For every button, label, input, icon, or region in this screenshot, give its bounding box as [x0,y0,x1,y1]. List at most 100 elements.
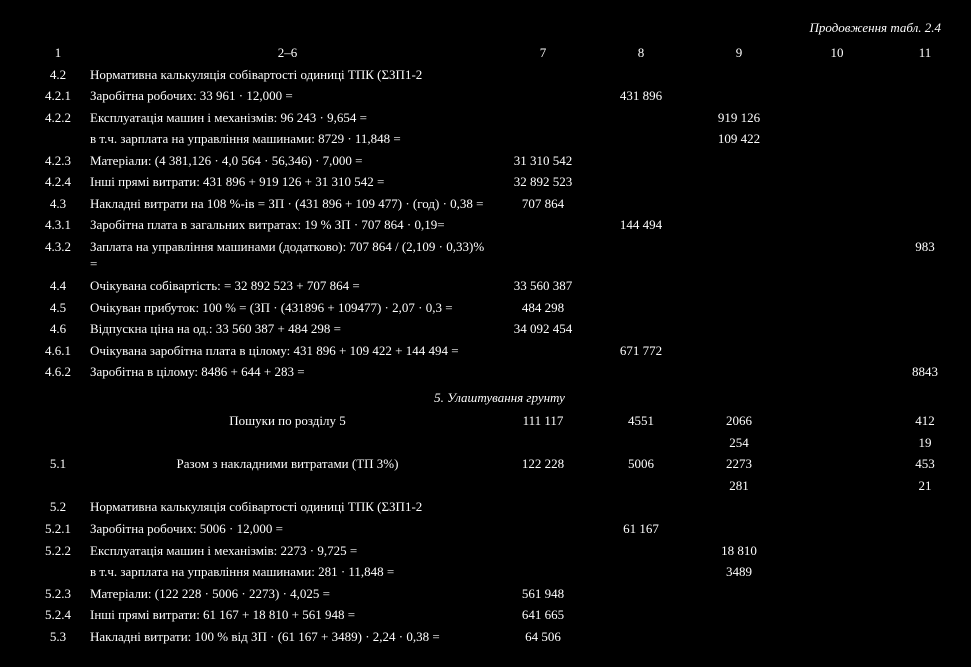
row-text: Інші прямі витрати: 61 167 + 18 810 + 56… [86,604,489,626]
table-row: 4.5Очікуван прибуток: 100 % = (ЗП · (431… [30,297,969,319]
row-text: в т.ч. зарплата на управління машинами: … [86,128,489,150]
row-num: 5.2 [30,496,86,518]
cell-val: 4551 [597,410,685,453]
section-5-title: 5. Улаштування грунту [30,383,969,411]
table-row: 5.2.4Інші прямі витрати: 61 167 + 18 810… [30,604,969,626]
row-text: Нормативна калькуляція собівартості один… [86,496,489,518]
cell-val: 19 [881,432,969,454]
cell-val: 561 948 [489,583,597,605]
cell-val: 5006 [597,453,685,496]
row-text: Накладні витрати: 100 % від ЗП · (61 167… [86,626,489,648]
row-text: Очікувана заробітна плата в цілому: 431 … [86,340,489,362]
cell-val: 281 [685,475,793,497]
cell-val: 61 167 [597,518,685,540]
row-num: 5.1 [30,453,86,496]
table-row: 4.6Відпускна ціна на од.: 33 560 387 + 4… [30,318,969,340]
row-num: 4.2.2 [30,107,86,129]
cell-val: 453 [881,453,969,475]
row-num: 4.5 [30,297,86,319]
row-text: Матеріали: (4 381,126 · 4,0 564 · 56,346… [86,150,489,172]
row-text: Накладні витрати на 108 %-ів = ЗП · (431… [86,193,489,215]
table-row: в т.ч. зарплата на управління машинами: … [30,128,969,150]
row-num [30,561,86,583]
cell-val: 122 228 [489,453,597,496]
table-row: 5.1 Разом з накладними витратами (ТП 3%)… [30,453,969,475]
table-row: в т.ч. зарплата на управління машинами: … [30,561,969,583]
cell-val: 8843 [881,361,969,383]
row-num: 4.6 [30,318,86,340]
section-5-header: 5. Улаштування грунту [30,383,969,411]
table-row: 4.6.1Очікувана заробітна плата в цілому:… [30,340,969,362]
row-text: Заплата на управління машинами (додатков… [86,236,489,275]
cell-val: 34 092 454 [489,318,597,340]
table-row: 4.2.4Інші прямі витрати: 431 896 + 919 1… [30,171,969,193]
row-num: 5.2.3 [30,583,86,605]
cell-val: 32 892 523 [489,171,597,193]
row-text: Заробітна плата в загальних витратах: 19… [86,214,489,236]
row-num: 5.2.1 [30,518,86,540]
row-num [30,128,86,150]
cell-val: 983 [881,236,969,275]
cell-val: 109 422 [685,128,793,150]
table-row: 4.2.3Матеріали: (4 381,126 · 4,0 564 · 5… [30,150,969,172]
th-2: 2–6 [86,42,489,64]
cell-val: 707 864 [489,193,597,215]
cell-val: 641 665 [489,604,597,626]
table-row: 5.2.3Матеріали: (122 228 · 5006 · 2273) … [30,583,969,605]
table-row: 4.2.1Заробітна робочих: 33 961 · 12,000 … [30,85,969,107]
th-9: 9 [685,42,793,64]
table-row: 5.3Накладні витрати: 100 % від ЗП · (61 … [30,626,969,648]
cell-val: 671 772 [597,340,685,362]
cell-val: 64 506 [489,626,597,648]
row-num: 4.3.2 [30,236,86,275]
cell-val: 484 298 [489,297,597,319]
row-num: 4.3 [30,193,86,215]
table-row: 4.3.1Заробітна плата в загальних витрата… [30,214,969,236]
row-text: Матеріали: (122 228 · 5006 · 2273) · 4,0… [86,583,489,605]
cell-val: 18 810 [685,540,793,562]
row-num: 4.2 [30,64,86,86]
row-text: Разом з накладними витратами (ТП 3%) [86,453,489,496]
cell-val: 31 310 542 [489,150,597,172]
table-row: 4.3.2Заплата на управління машинами (дод… [30,236,969,275]
table-row: 4.4Очікувана собівартість: = 32 892 523 … [30,275,969,297]
row-num: 4.3.1 [30,214,86,236]
cell-val: 431 896 [597,85,685,107]
th-1: 1 [30,42,86,64]
row-text: Експлуатація машин і механізмів: 2273 · … [86,540,489,562]
cell-val: 111 117 [489,410,597,453]
row-num: 4.2.3 [30,150,86,172]
cell-val: 3489 [685,561,793,583]
th-7: 7 [489,42,597,64]
table-row: 4.3Накладні витрати на 108 %-ів = ЗП · (… [30,193,969,215]
row-num: 5.2.2 [30,540,86,562]
row-num: 5.2.4 [30,604,86,626]
row-text: Заробітна робочих: 5006 · 12,000 = [86,518,489,540]
cell-val: 2273 [685,453,793,475]
table-row: Пошуки по розділу 5 111 117 4551 2066 41… [30,410,969,432]
th-10: 10 [793,42,881,64]
cell-val: 33 560 387 [489,275,597,297]
row-text: Відпускна ціна на од.: 33 560 387 + 484 … [86,318,489,340]
cell-val: 2066 [685,410,793,432]
cell-val: 254 [685,432,793,454]
row-text: в т.ч. зарплата на управління машинами: … [86,561,489,583]
table-row: 5.2Нормативна калькуляція собівартості о… [30,496,969,518]
th-8: 8 [597,42,685,64]
row-text: Заробітна в цілому: 8486 + 644 + 283 = [86,361,489,383]
row-num: 4.6.2 [30,361,86,383]
row-text: Інші прямі витрати: 431 896 + 919 126 + … [86,171,489,193]
table-row: 4.6.2Заробітна в цілому: 8486 + 644 + 28… [30,361,969,383]
row-num: 4.2.1 [30,85,86,107]
cell-val: 144 494 [597,214,685,236]
header-row: 1 2–6 7 8 9 10 11 [30,42,969,64]
row-text: Заробітна робочих: 33 961 · 12,000 = [86,85,489,107]
cost-table: 1 2–6 7 8 9 10 11 4.2Нормативна калькуля… [30,42,969,647]
row-num: 5.3 [30,626,86,648]
cell-val: 21 [881,475,969,497]
table-row: 5.2.1Заробітна робочих: 5006 · 12,000 = 6… [30,518,969,540]
row-text: Нормативна калькуляція собівартості один… [86,64,489,86]
row-text: Пошуки по розділу 5 [86,410,489,453]
continuation-note: Продовження табл. 2.4 [30,20,941,36]
cell-val: 919 126 [685,107,793,129]
